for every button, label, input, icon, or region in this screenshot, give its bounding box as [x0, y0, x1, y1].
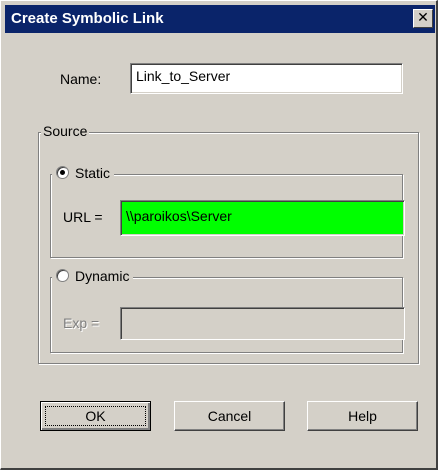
- static-radio-label: Static: [75, 165, 111, 181]
- create-symbolic-link-dialog: Create Symbolic Link ✕ Name: Link_to_Ser…: [0, 0, 438, 470]
- radio-selected-dot: [60, 170, 65, 175]
- window-title: Create Symbolic Link: [11, 10, 164, 27]
- cancel-button[interactable]: Cancel: [174, 401, 285, 431]
- url-input[interactable]: \\paroikos\Server: [120, 200, 405, 236]
- help-button-label: Help: [348, 408, 377, 424]
- static-radio[interactable]: [56, 166, 69, 179]
- close-icon: ✕: [417, 10, 429, 26]
- cancel-button-label: Cancel: [207, 408, 252, 424]
- exp-input[interactable]: [120, 307, 405, 340]
- dynamic-radio[interactable]: [56, 269, 69, 282]
- url-input-value: \\paroikos\Server: [126, 208, 232, 224]
- focus-rectangle: [45, 406, 146, 426]
- name-input[interactable]: Link_to_Server: [130, 63, 403, 94]
- url-label: URL =: [63, 209, 103, 225]
- close-button[interactable]: ✕: [413, 9, 433, 28]
- title-bar[interactable]: Create Symbolic Link ✕: [5, 5, 435, 33]
- source-group-label: Source: [41, 123, 90, 139]
- dynamic-radio-option[interactable]: Dynamic: [52, 268, 134, 284]
- static-radio-option[interactable]: Static: [52, 165, 115, 181]
- help-button[interactable]: Help: [307, 401, 418, 431]
- name-input-value: Link_to_Server: [136, 68, 231, 84]
- name-label: Name:: [60, 71, 102, 87]
- exp-label: Exp =: [63, 315, 100, 331]
- ok-button[interactable]: OK: [40, 401, 151, 431]
- dynamic-radio-label: Dynamic: [75, 268, 130, 284]
